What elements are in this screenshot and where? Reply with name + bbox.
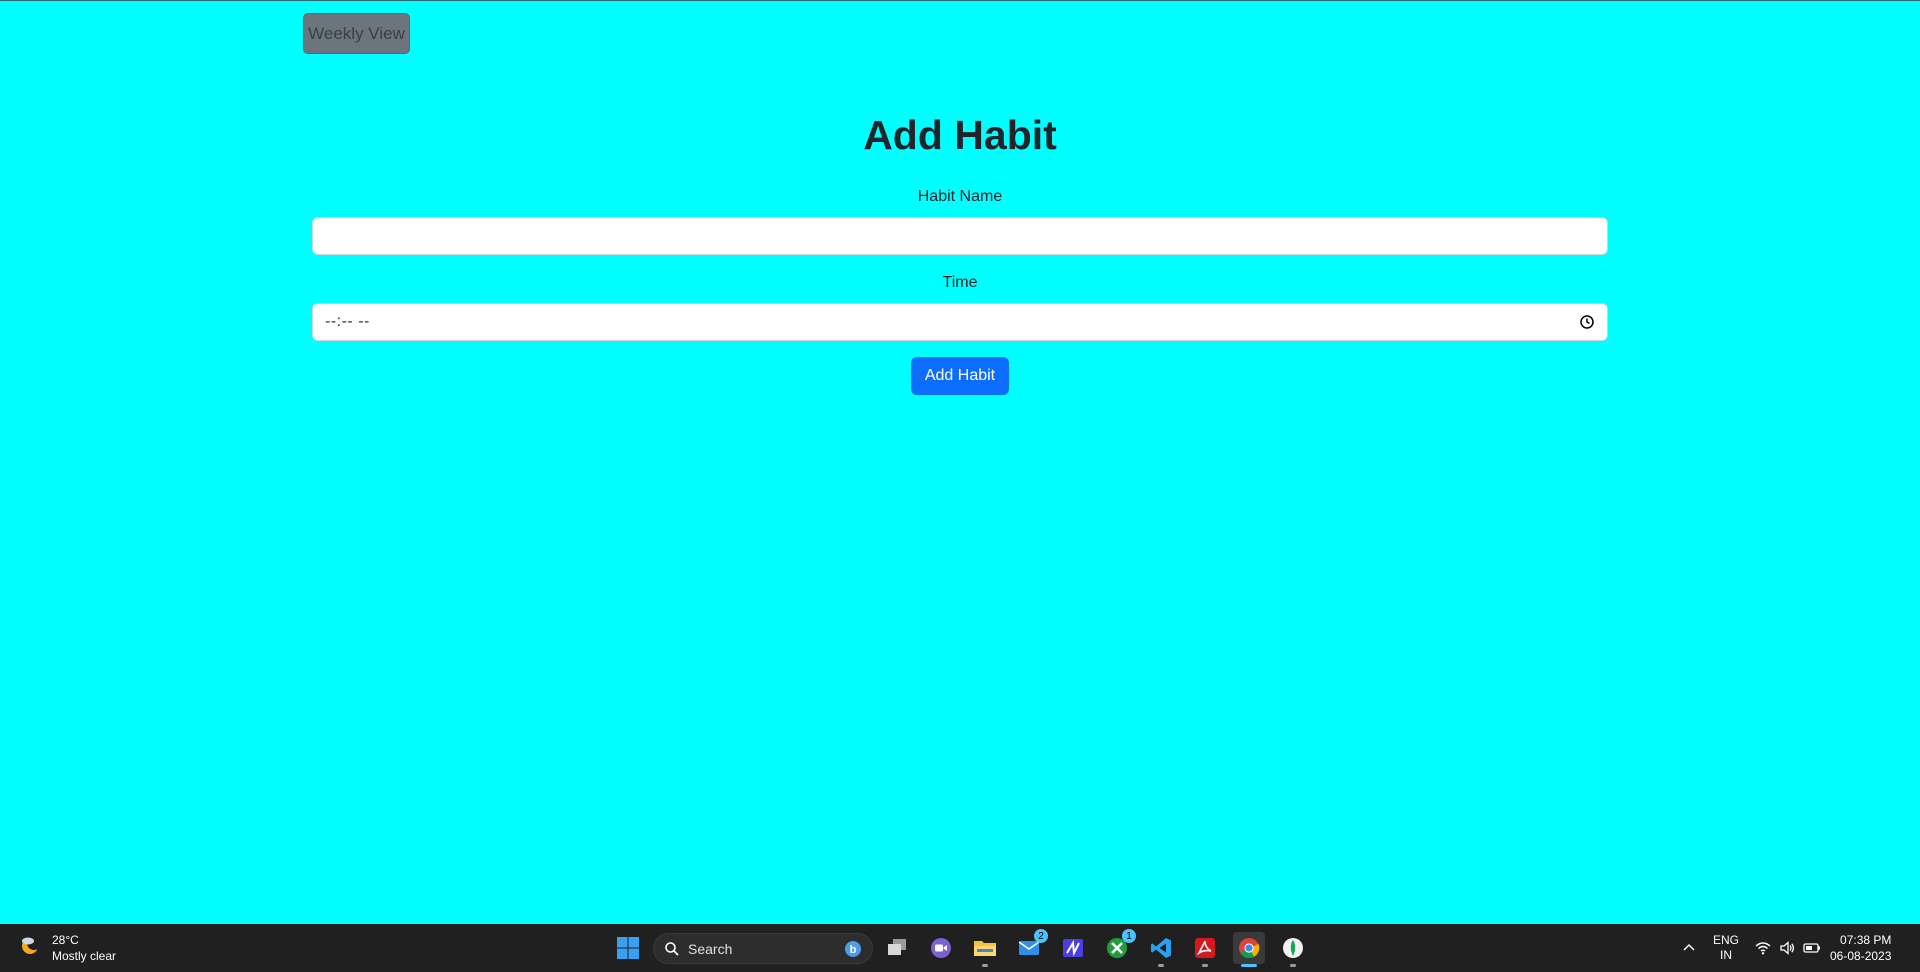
editor-icon — [1063, 939, 1083, 957]
chrome-icon — [1239, 938, 1260, 959]
mongodb-compass-button[interactable] — [1277, 932, 1309, 967]
running-indicator — [982, 964, 988, 967]
vscode-icon — [1151, 938, 1171, 958]
chevron-up-icon — [1683, 943, 1695, 951]
battery-icon — [1803, 943, 1820, 953]
file-explorer-button[interactable] — [969, 932, 1001, 967]
active-indicator — [1241, 964, 1257, 967]
start-button[interactable] — [612, 932, 644, 964]
time-input[interactable]: --:-- -- — [312, 303, 1608, 341]
wifi-icon — [1755, 942, 1771, 955]
vscode-button[interactable] — [1145, 932, 1177, 967]
weekly-view-button[interactable]: Weekly View — [303, 13, 410, 54]
weather-temp: 28°C — [52, 933, 79, 947]
moon-cloud-icon — [22, 936, 41, 954]
region-code: IN — [1720, 948, 1732, 962]
acrobat-button[interactable] — [1189, 932, 1221, 967]
task-view-icon — [888, 939, 906, 955]
language-code: ENG — [1713, 933, 1740, 947]
xbox-badge: 1 — [1122, 929, 1136, 943]
editor-button[interactable] — [1057, 932, 1089, 964]
weather-condition: Mostly clear — [52, 949, 117, 963]
clock-icon[interactable] — [1579, 314, 1595, 330]
clock-date: 06-08-2023 — [1830, 949, 1892, 963]
svg-text:b: b — [850, 944, 857, 956]
start-icon — [617, 937, 639, 959]
clock-time: 07:38 PM — [1840, 933, 1892, 947]
taskbar: 28°C Mostly clear Search b 2 1 ENG IN 07… — [0, 924, 1920, 972]
bing-icon: b — [845, 940, 861, 957]
mail-button[interactable]: 2 — [1013, 929, 1048, 964]
clock[interactable]: 07:38 PM 06-08-2023 — [1830, 924, 1891, 972]
mail-badge: 2 — [1034, 929, 1048, 943]
volume-icon — [1780, 941, 1795, 955]
acrobat-icon — [1195, 938, 1215, 958]
time-label: Time — [942, 274, 978, 291]
habit-name-input[interactable] — [312, 217, 1608, 255]
running-indicator — [1290, 964, 1296, 967]
search-placeholder: Search — [688, 940, 733, 957]
file-explorer-icon — [974, 941, 996, 956]
mongodb-compass-icon — [1283, 938, 1303, 958]
chrome-button[interactable] — [1233, 932, 1265, 967]
top-border — [0, 0, 1920, 1]
language-indicator[interactable]: ENG IN — [1713, 924, 1739, 972]
taskbar-search[interactable]: Search b — [653, 933, 873, 964]
page-title: Add Habit — [863, 112, 1057, 158]
system-icons[interactable] — [1755, 924, 1821, 972]
running-indicator — [1202, 964, 1208, 967]
running-indicator — [1158, 964, 1164, 967]
xbox-button[interactable]: 1 — [1101, 929, 1136, 964]
add-habit-button[interactable]: Add Habit — [911, 357, 1009, 395]
teams-button[interactable] — [925, 932, 957, 964]
task-view-button[interactable] — [881, 932, 913, 964]
habit-name-label: Habit Name — [917, 188, 1003, 205]
time-input-value: --:-- -- — [325, 313, 370, 330]
tray-overflow-button[interactable] — [1682, 924, 1696, 972]
weather-widget[interactable]: 28°C Mostly clear — [18, 932, 116, 964]
teams-icon — [931, 938, 951, 958]
search-icon — [665, 941, 679, 956]
